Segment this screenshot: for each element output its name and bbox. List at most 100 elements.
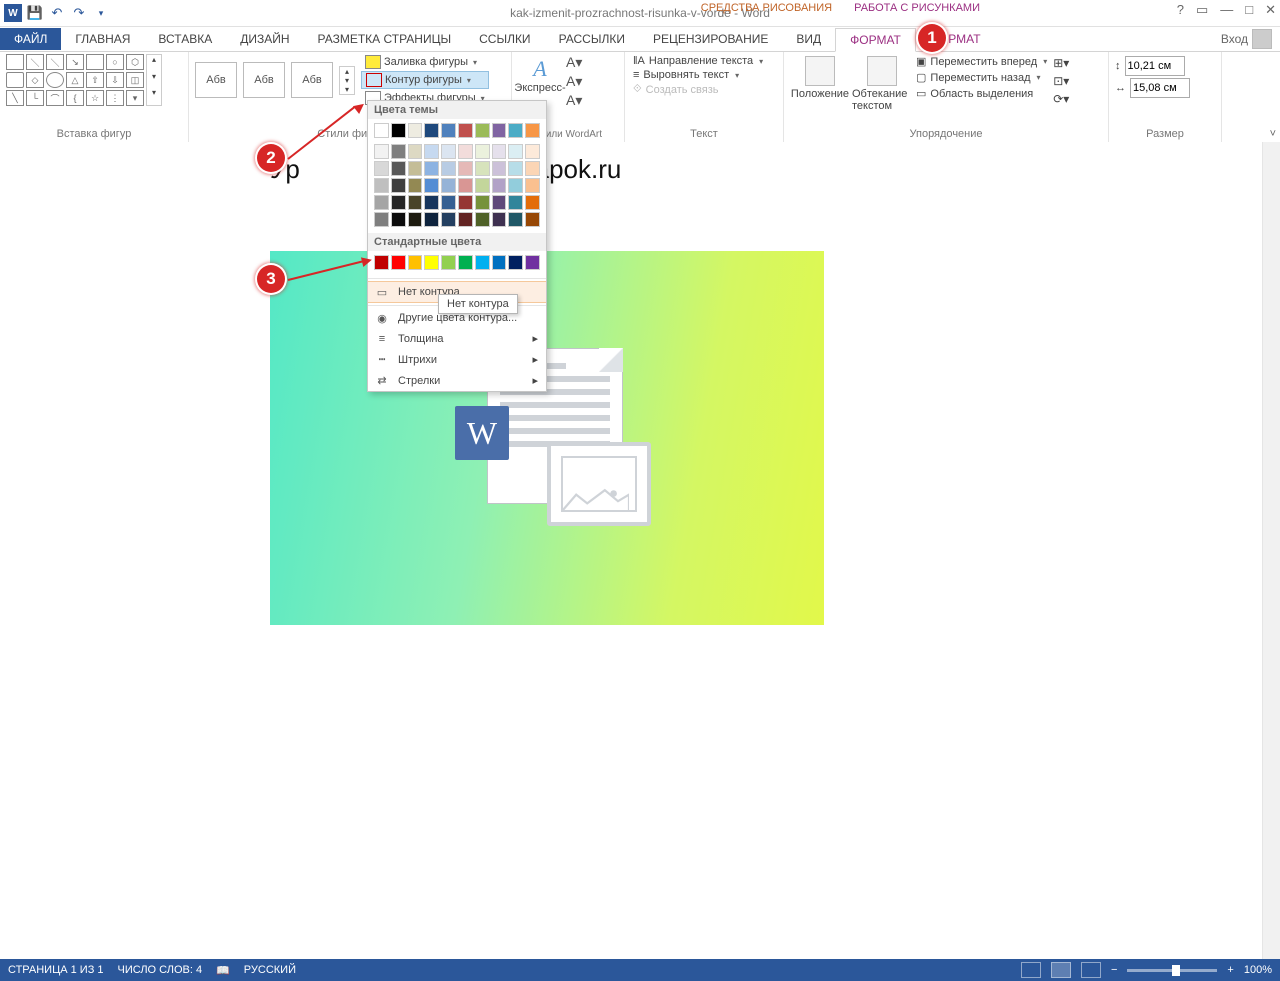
shape-callout-icon[interactable]: ◫ xyxy=(126,72,144,88)
shape-triangle-icon[interactable]: △ xyxy=(66,72,84,88)
color-swatch[interactable] xyxy=(458,178,473,193)
color-swatch[interactable] xyxy=(424,255,439,270)
style-gallery[interactable]: Абв Абв Абв ▴ ▾ ▾ xyxy=(195,54,355,106)
shape-textbox-icon[interactable] xyxy=(6,54,24,70)
color-swatch[interactable] xyxy=(391,178,406,193)
gallery-down-icon[interactable]: ▾ xyxy=(147,72,161,89)
read-mode-icon[interactable] xyxy=(1021,962,1041,978)
color-swatch[interactable] xyxy=(458,161,473,176)
qat-dropdown-icon[interactable]: ▾ xyxy=(92,4,110,22)
color-swatch[interactable] xyxy=(424,212,439,227)
tab-design[interactable]: ДИЗАЙН xyxy=(226,28,303,50)
dashes-item[interactable]: ┅Штрихи▸ xyxy=(368,349,546,370)
shape-ellipse-icon[interactable] xyxy=(46,72,64,88)
collapse-ribbon-icon[interactable]: ˅ xyxy=(1270,128,1276,140)
style-thumb-3[interactable]: Абв xyxy=(291,62,333,98)
shape-elbow-icon[interactable]: └ xyxy=(26,90,44,106)
color-swatch[interactable] xyxy=(424,161,439,176)
shape-line3-icon[interactable]: ＼ xyxy=(46,54,64,70)
shape-arrow-icon[interactable]: ↘ xyxy=(66,54,84,70)
color-swatch[interactable] xyxy=(475,178,490,193)
color-swatch[interactable] xyxy=(508,195,523,210)
color-swatch[interactable] xyxy=(525,178,540,193)
redo-icon[interactable]: ↷ xyxy=(70,4,88,22)
selection-pane-button[interactable]: ▭Область выделения xyxy=(914,86,1049,101)
login-link[interactable]: Вход xyxy=(1221,29,1272,49)
color-swatch[interactable] xyxy=(458,144,473,159)
shapes-gallery[interactable]: ╲ ＼ ◇ └ ＼ ⌒ ↘ △ { ⇧ ☆ ○ xyxy=(6,54,182,106)
color-swatch[interactable] xyxy=(458,195,473,210)
color-swatch[interactable] xyxy=(391,123,406,138)
color-swatch[interactable] xyxy=(508,144,523,159)
shape-oval-icon[interactable]: ○ xyxy=(106,54,124,70)
width-input[interactable] xyxy=(1130,78,1190,98)
color-swatch[interactable] xyxy=(441,195,456,210)
color-swatch[interactable] xyxy=(508,123,523,138)
color-swatch[interactable] xyxy=(492,178,507,193)
undo-icon[interactable]: ↶ xyxy=(48,4,66,22)
text-fill-icon[interactable]: A▾ xyxy=(566,54,582,71)
color-swatch[interactable] xyxy=(475,255,490,270)
color-swatch[interactable] xyxy=(508,212,523,227)
color-swatch[interactable] xyxy=(424,123,439,138)
word-count[interactable]: ЧИСЛО СЛОВ: 4 xyxy=(118,964,203,976)
color-swatch[interactable] xyxy=(441,255,456,270)
shape-more-icon[interactable]: ⋮ xyxy=(106,90,124,106)
bring-forward-button[interactable]: ▣Переместить вперед▾ xyxy=(914,54,1049,69)
print-layout-icon[interactable] xyxy=(1051,962,1071,978)
zoom-level[interactable]: 100% xyxy=(1244,964,1272,976)
maximize-icon[interactable]: □ xyxy=(1245,2,1253,18)
color-swatch[interactable] xyxy=(408,212,423,227)
color-swatch[interactable] xyxy=(492,255,507,270)
align-icon[interactable]: ⊞▾ xyxy=(1053,56,1069,70)
ribbon-options-icon[interactable]: ▭ xyxy=(1196,2,1208,18)
zoom-out-icon[interactable]: − xyxy=(1111,964,1117,976)
color-swatch[interactable] xyxy=(441,212,456,227)
text-effects-icon[interactable]: A▾ xyxy=(566,92,582,109)
color-swatch[interactable] xyxy=(458,255,473,270)
text-direction-button[interactable]: ‖AНаправление текста▾ xyxy=(631,54,777,68)
language-indicator[interactable]: РУССКИЙ xyxy=(244,964,296,976)
tab-view[interactable]: ВИД xyxy=(782,28,835,50)
color-swatch[interactable] xyxy=(391,195,406,210)
style-more-icon[interactable]: ▾ xyxy=(340,85,354,94)
style-up-icon[interactable]: ▴ xyxy=(340,67,354,76)
align-text-button[interactable]: ≡Выровнять текст▾ xyxy=(631,68,777,82)
color-swatch[interactable] xyxy=(374,123,389,138)
color-swatch[interactable] xyxy=(525,144,540,159)
arrows-item[interactable]: ⇄Стрелки▸ xyxy=(368,370,546,391)
color-swatch[interactable] xyxy=(525,212,540,227)
color-swatch[interactable] xyxy=(458,123,473,138)
web-layout-icon[interactable] xyxy=(1081,962,1101,978)
color-swatch[interactable] xyxy=(492,144,507,159)
shape-line2-icon[interactable]: ＼ xyxy=(26,54,44,70)
minimize-icon[interactable]: — xyxy=(1220,2,1233,18)
tab-references[interactable]: ССЫЛКИ xyxy=(465,28,544,50)
save-icon[interactable]: 💾 xyxy=(26,4,44,22)
page-counter[interactable]: СТРАНИЦА 1 ИЗ 1 xyxy=(8,964,104,976)
color-swatch[interactable] xyxy=(475,195,490,210)
help-icon[interactable]: ? xyxy=(1177,2,1184,18)
color-swatch[interactable] xyxy=(475,123,490,138)
style-down-icon[interactable]: ▾ xyxy=(340,76,354,85)
close-icon[interactable]: ✕ xyxy=(1265,2,1276,18)
tab-format-drawing[interactable]: ФОРМАТ xyxy=(835,28,916,52)
shape-expand-icon[interactable]: ▾ xyxy=(126,90,144,106)
shape-brace-icon[interactable]: { xyxy=(66,90,84,106)
color-swatch[interactable] xyxy=(408,144,423,159)
color-swatch[interactable] xyxy=(492,195,507,210)
color-swatch[interactable] xyxy=(424,178,439,193)
color-swatch[interactable] xyxy=(475,161,490,176)
shape-hex-icon[interactable]: ⬡ xyxy=(126,54,144,70)
color-swatch[interactable] xyxy=(374,212,389,227)
color-swatch[interactable] xyxy=(374,144,389,159)
height-input[interactable] xyxy=(1125,56,1185,76)
zoom-in-icon[interactable]: + xyxy=(1227,964,1233,976)
color-swatch[interactable] xyxy=(458,212,473,227)
color-swatch[interactable] xyxy=(408,123,423,138)
color-swatch[interactable] xyxy=(391,144,406,159)
shape-outline-button[interactable]: Контур фигуры▾ xyxy=(361,71,489,89)
color-swatch[interactable] xyxy=(441,123,456,138)
color-swatch[interactable] xyxy=(408,255,423,270)
group-icon[interactable]: ⊡▾ xyxy=(1053,74,1069,88)
